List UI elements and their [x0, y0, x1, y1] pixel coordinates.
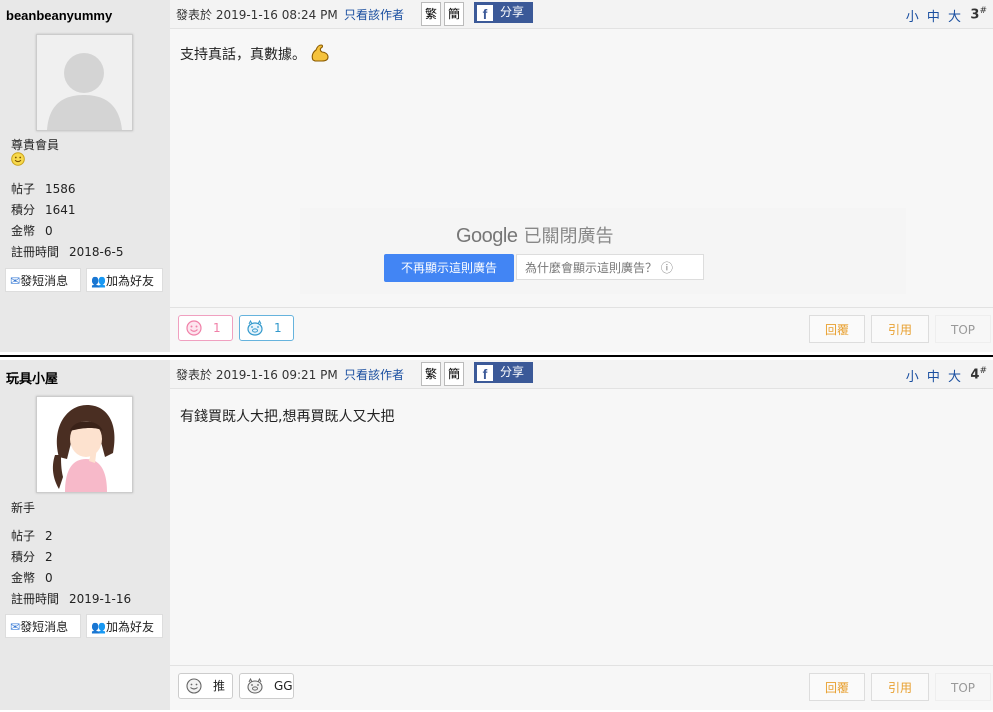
author-panel: beanbeanyummy 尊貴會員 帖子 1586 積分 1641 金幣 0 註冊時…: [0, 0, 170, 352]
traditional-button[interactable]: 繁: [421, 2, 441, 26]
envelope-icon: ✉: [10, 274, 21, 288]
post-time: 發表於 2019-1-16 08:24 PM: [176, 8, 338, 22]
pig-face-icon: [247, 320, 263, 336]
stat-posts: 帖子 2: [11, 529, 53, 543]
only-author-link[interactable]: 只看該作者: [344, 6, 404, 23]
facebook-icon: f: [477, 5, 493, 22]
default-avatar-icon: [37, 35, 132, 130]
facebook-share-button[interactable]: f 分享: [474, 362, 533, 383]
stat-points: 積分 2: [11, 550, 53, 564]
add-friend-button[interactable]: 👥加為好友: [86, 268, 163, 292]
post-footer: 1 1 回覆 引用 TOP: [170, 307, 993, 352]
only-author-link[interactable]: 只看該作者: [344, 366, 404, 383]
user-rank: 尊貴會員: [11, 138, 60, 152]
post-footer: 推 GG 回覆 引用 TOP: [170, 665, 993, 710]
stat-points: 積分 1641: [11, 203, 76, 217]
post-message: 支持真話，真數據。: [180, 44, 330, 64]
reply-button[interactable]: 回覆: [809, 673, 865, 701]
post-time: 發表於 2019-1-16 09:21 PM: [176, 368, 338, 382]
quote-button[interactable]: 引用: [871, 673, 929, 701]
push-button[interactable]: 推: [178, 673, 233, 699]
post-content: 發表於 2019-1-16 08:24 PM 只看該作者 繁 簡 f 分享 小 …: [170, 0, 993, 352]
reaction-pig-button[interactable]: 1: [239, 315, 294, 341]
traditional-button[interactable]: 繁: [421, 362, 441, 386]
stat-register-date: 註冊時間 2019-1-16: [11, 592, 132, 606]
author-name[interactable]: 玩具小屋: [6, 368, 58, 387]
thumbs-face-icon: [186, 678, 202, 694]
simplified-button[interactable]: 簡: [444, 2, 464, 26]
reaction-like-button[interactable]: 1: [178, 315, 233, 341]
author-name[interactable]: beanbeanyummy: [6, 8, 112, 23]
why-this-ad-button[interactable]: 為什麼會顯示這則廣告？ ⓘ: [516, 254, 704, 280]
post-header: 發表於 2019-1-16 09:21 PM 只看該作者 繁 簡 f 分享 小 …: [170, 360, 993, 389]
reply-button[interactable]: 回覆: [809, 315, 865, 343]
stat-posts: 帖子 1586: [11, 182, 76, 196]
flexed-biceps-icon: [312, 44, 330, 62]
author-panel: 玩具小屋 新手 帖子 2 積分 2 金幣 0 註冊時間 2019-1-16 ✉發短消息 …: [0, 360, 170, 710]
users-icon: 👥: [91, 620, 106, 634]
ad-closed-panel: Google 已關閉廣告 不再顯示這則廣告 為什麼會顯示這則廣告？ ⓘ: [300, 208, 906, 294]
stop-showing-ad-button[interactable]: 不再顯示這則廣告: [384, 254, 514, 282]
gg-button[interactable]: GG: [239, 673, 294, 699]
facebook-share-button[interactable]: f 分享: [474, 2, 533, 23]
happy-face-icon: [186, 320, 202, 336]
stat-coins: 金幣 0: [11, 571, 53, 585]
pig-face-icon: [247, 678, 263, 694]
post-message: 有錢買既人大把,想再買既人又大把: [180, 409, 395, 425]
post-header: 發表於 2019-1-16 08:24 PM 只看該作者 繁 簡 f 分享 小 …: [170, 0, 993, 29]
stat-coins: 金幣 0: [11, 224, 53, 238]
send-message-button[interactable]: ✉發短消息: [5, 614, 81, 638]
add-friend-button[interactable]: 👥加為好友: [86, 614, 163, 638]
user-rank: 新手: [11, 501, 36, 515]
floor-number[interactable]: 3#: [970, 6, 987, 22]
top-button[interactable]: TOP: [935, 673, 991, 701]
anime-girl-avatar-icon: [37, 397, 132, 492]
quote-button[interactable]: 引用: [871, 315, 929, 343]
top-button[interactable]: TOP: [935, 315, 991, 343]
floor-number[interactable]: 4#: [970, 366, 987, 382]
font-size-links[interactable]: 小 中 大: [906, 366, 963, 385]
users-icon: 👥: [91, 274, 106, 288]
post-floor-4: 玩具小屋 新手 帖子 2 積分 2 金幣 0 註冊時間 2019-1-16 ✉發短消息 …: [0, 360, 993, 710]
post-content: 發表於 2019-1-16 09:21 PM 只看該作者 繁 簡 f 分享 小 …: [170, 360, 993, 710]
post-floor-3: beanbeanyummy 尊貴會員 帖子 1586 積分 1641 金幣 0 註冊時…: [0, 0, 993, 352]
envelope-icon: ✉: [10, 620, 21, 634]
simplified-button[interactable]: 簡: [444, 362, 464, 386]
avatar[interactable]: [36, 396, 133, 493]
facebook-icon: f: [477, 365, 493, 382]
send-message-button[interactable]: ✉發短消息: [5, 268, 81, 292]
google-ad-notice: Google 已關閉廣告: [456, 225, 614, 247]
smiley-icon: [11, 152, 25, 166]
font-size-links[interactable]: 小 中 大: [906, 6, 963, 25]
avatar[interactable]: [36, 34, 133, 131]
stat-register-date: 註冊時間 2018-6-5: [11, 245, 124, 259]
post-divider: [0, 355, 993, 357]
